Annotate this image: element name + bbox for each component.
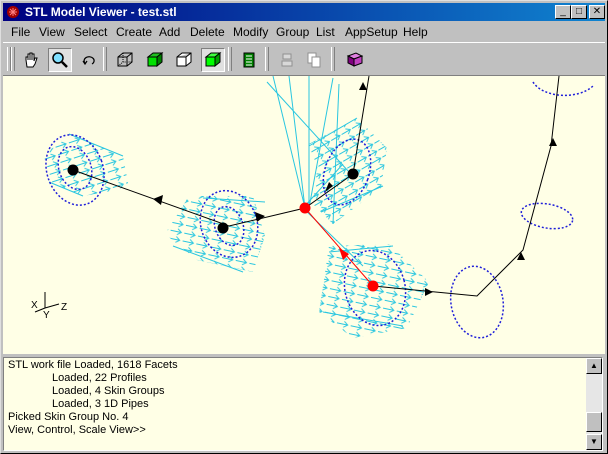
menu-add[interactable]: Add: [159, 25, 180, 39]
copy-icon: [307, 52, 321, 68]
axis-x-label: X: [31, 300, 38, 311]
menu-create[interactable]: Create: [116, 25, 152, 39]
menu-file[interactable]: File: [11, 25, 30, 39]
console-scrollbar[interactable]: ▲ ▼: [586, 358, 602, 450]
menu-list[interactable]: List: [316, 25, 335, 39]
wireframe-view-button[interactable]: [113, 48, 137, 72]
help-book-icon: [346, 52, 364, 67]
output-console[interactable]: STL work file Loaded, 1618 Facets Loaded…: [3, 357, 603, 451]
help-button[interactable]: [343, 48, 367, 72]
menu-appsetup[interactable]: AppSetup: [345, 25, 398, 39]
menu-select[interactable]: Select: [74, 25, 107, 39]
menu-bar: File View Select Create Add Delete Modif…: [3, 22, 605, 41]
list-button[interactable]: [237, 48, 261, 72]
toolbar-separator: [228, 47, 232, 71]
scroll-thumb[interactable]: [586, 412, 602, 432]
app-icon: [7, 6, 19, 18]
console-line: Loaded, 4 Skin Groups: [52, 385, 165, 397]
window-title: STL Model Viewer - test.stl: [25, 5, 177, 19]
console-text: STL work file Loaded, 1618 Facets Loaded…: [8, 359, 586, 437]
hidden-line-cube-icon: [176, 52, 192, 67]
copy-button[interactable]: [302, 48, 326, 72]
console-line: STL work file Loaded, 1618 Facets: [8, 359, 178, 371]
console-line: Picked Skin Group No. 4: [8, 411, 129, 423]
menu-group[interactable]: Group: [276, 25, 309, 39]
main-window: STL Model Viewer - test.stl _ □ ✕ File V…: [0, 0, 608, 454]
profiles[interactable]: [36, 81, 594, 342]
title-bar[interactable]: STL Model Viewer - test.stl _ □ ✕: [3, 3, 605, 21]
list-sheet-icon: [243, 52, 255, 68]
console-line: View, Control, Scale View>>: [8, 424, 146, 436]
shaded-view-button[interactable]: [143, 48, 167, 72]
rotate-icon: [82, 56, 95, 66]
shaded-cube-icon: [146, 51, 164, 68]
toolbar-separator: [331, 47, 335, 71]
axis-triad: X Z Y: [31, 292, 67, 321]
maximize-button[interactable]: □: [571, 5, 587, 19]
scroll-up-button[interactable]: ▲: [586, 358, 602, 374]
model-viewport[interactable]: X Z Y: [3, 76, 605, 354]
toolbar-separator: [265, 47, 269, 71]
close-button[interactable]: ✕: [589, 5, 605, 19]
axis-z-label: Z: [61, 302, 67, 313]
pan-button[interactable]: [19, 48, 43, 72]
solid-cube-icon: [204, 51, 222, 68]
toolbar: [3, 42, 605, 76]
cut-button[interactable]: [275, 48, 299, 72]
toolbar-grip[interactable]: [11, 47, 15, 71]
model-view-svg: X Z Y: [31, 76, 594, 342]
axis-y-label: Y: [43, 310, 50, 321]
scroll-down-button[interactable]: ▼: [586, 434, 602, 450]
cut-icon: [281, 53, 293, 67]
pan-hand-icon: [25, 52, 38, 68]
solid-view-button[interactable]: [201, 48, 225, 72]
zoom-magnifier-icon: [52, 52, 68, 68]
menu-delete[interactable]: Delete: [190, 25, 225, 39]
rotate-button[interactable]: [77, 48, 101, 72]
minimize-button[interactable]: _: [555, 5, 571, 19]
hidden-line-view-button[interactable]: [172, 48, 196, 72]
menu-help[interactable]: Help: [403, 25, 428, 39]
wireframe-cube-icon: [117, 52, 133, 67]
console-line: Loaded, 22 Profiles: [52, 372, 147, 384]
skin-group-2[interactable]: [165, 196, 266, 273]
menu-view[interactable]: View: [39, 25, 65, 39]
console-line: Loaded, 3 1D Pipes: [52, 398, 149, 410]
menu-modify[interactable]: Modify: [233, 25, 268, 39]
toolbar-separator: [103, 47, 107, 71]
zoom-button[interactable]: [48, 48, 72, 72]
